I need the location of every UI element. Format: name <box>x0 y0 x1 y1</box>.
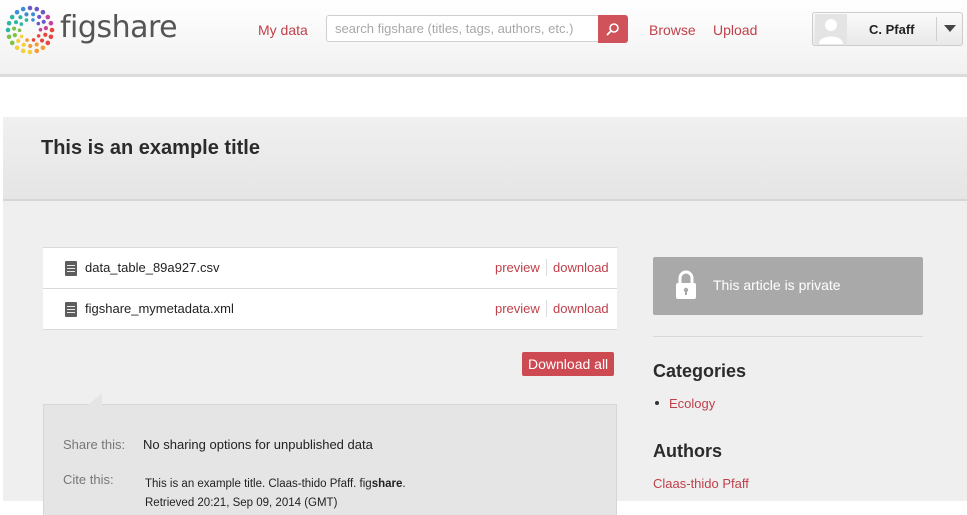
citation-text-end: . <box>402 478 406 490</box>
logo-dot <box>16 38 21 43</box>
nav-upload[interactable]: Upload <box>713 21 757 39</box>
logo-dot <box>48 20 54 26</box>
file-icon <box>65 261 77 276</box>
logo-dot <box>31 12 36 17</box>
file-preview-link[interactable]: preview <box>495 301 540 316</box>
logo-dot <box>39 38 45 43</box>
private-status-box: This article is private <box>653 257 923 315</box>
cite-label: Cite this: <box>63 472 114 487</box>
page-title: This is an example title <box>41 137 260 159</box>
file-row: data_table_89a927.csv preview download <box>43 248 617 289</box>
bullet <box>655 400 659 405</box>
top-header: figshare My data Browse Upload C. Pfaff <box>0 0 967 77</box>
share-label: Share this: <box>63 437 126 452</box>
logo-dot <box>36 21 41 26</box>
logo-dot <box>41 19 46 24</box>
logo-dot <box>5 27 11 33</box>
panel-notch <box>88 393 102 405</box>
file-preview-link[interactable]: preview <box>495 260 540 275</box>
user-menu-divider <box>936 17 937 41</box>
category-label: Ecology <box>669 396 716 411</box>
logo-dot <box>36 34 41 38</box>
lock-icon <box>676 270 696 299</box>
file-icon <box>65 302 77 317</box>
logo-dot <box>11 26 17 31</box>
search-icon <box>606 23 619 36</box>
download-all-button[interactable]: Download all <box>522 352 615 376</box>
categories-heading: Categories <box>653 361 747 381</box>
user-name: C. Pfaff <box>869 22 915 37</box>
logo-text: figshare <box>60 10 178 45</box>
logo-dot <box>40 9 46 15</box>
search-input[interactable] <box>327 16 598 41</box>
logo-dot <box>45 14 51 20</box>
logo-dot <box>37 14 42 20</box>
file-download-link[interactable]: download <box>553 260 609 275</box>
category-item[interactable]: Ecology <box>655 396 715 411</box>
nav-browse[interactable]: Browse <box>649 21 696 39</box>
private-status-text: This article is private <box>713 277 841 293</box>
file-name: figshare_mymetadata.xml <box>85 301 234 316</box>
citation-retrieved: Retrieved 20:21, Sep 09, 2014 (GMT) <box>145 497 338 509</box>
link-divider <box>546 259 547 276</box>
logo-dot <box>6 20 12 26</box>
logo-dot <box>14 9 20 15</box>
logo-dot <box>40 45 46 51</box>
file-download-link[interactable]: download <box>553 301 609 316</box>
logo-dot <box>14 45 20 51</box>
logo-dot <box>34 6 40 12</box>
logo-dot <box>43 26 48 31</box>
logo-dot <box>31 18 35 22</box>
share-cite-panel: Share this: No sharing options for unpub… <box>43 393 617 515</box>
link-divider <box>546 300 547 317</box>
authors-heading: Authors <box>653 441 722 461</box>
logo-dot <box>43 32 48 37</box>
citation-brand: share <box>371 478 403 490</box>
citation-text[interactable]: This is an example title. Claas-thido Pf… <box>145 475 585 513</box>
file-list: data_table_89a927.csv preview download f… <box>43 247 617 330</box>
logo-dot <box>24 18 29 22</box>
figshare-logo[interactable]: figshare <box>4 4 178 55</box>
logo-dot <box>19 34 24 39</box>
avatar <box>815 14 847 44</box>
title-band: This is an example title <box>3 117 967 201</box>
file-row: figshare_mymetadata.xml preview download <box>43 289 617 330</box>
logo-dot <box>9 40 15 46</box>
figshare-logo-icon <box>5 5 55 55</box>
user-menu[interactable]: C. Pfaff <box>812 12 963 46</box>
logo-dot <box>21 42 26 47</box>
logo-dot <box>18 15 23 20</box>
logo-dot <box>48 34 54 40</box>
article-main: data_table_89a927.csv preview download f… <box>3 201 967 515</box>
logo-dot <box>27 5 33 11</box>
sidebar-divider <box>653 336 923 337</box>
logo-dot <box>34 42 39 47</box>
logo-dot <box>20 48 26 54</box>
share-value: No sharing options for unpublished data <box>143 437 373 452</box>
logo-dot <box>38 27 43 32</box>
logo-dot <box>24 12 29 17</box>
logo-dot <box>28 43 33 49</box>
search-box <box>326 15 598 42</box>
logo-dot <box>31 38 36 42</box>
logo-dot <box>6 34 12 40</box>
logo-dot <box>13 20 19 25</box>
chevron-down-icon[interactable] <box>944 25 956 32</box>
file-name: data_table_89a927.csv <box>85 260 220 275</box>
logo-dot <box>9 14 15 20</box>
logo-dot <box>25 38 29 42</box>
citation-text-main: This is an example title. Claas-thido Pf… <box>145 478 372 490</box>
logo-dot <box>27 49 33 55</box>
logo-dot <box>19 22 24 26</box>
nav-my-data[interactable]: My data <box>258 21 308 39</box>
author-link[interactable]: Claas-thido Pfaff <box>653 476 749 491</box>
logo-dot <box>45 40 51 46</box>
logo-dot <box>17 28 22 33</box>
search-button[interactable] <box>598 15 628 43</box>
logo-dot <box>12 33 17 38</box>
logo-dot <box>34 48 40 54</box>
logo-dot <box>49 27 55 33</box>
user-avatar-icon <box>815 14 847 44</box>
logo-dot <box>20 6 26 12</box>
